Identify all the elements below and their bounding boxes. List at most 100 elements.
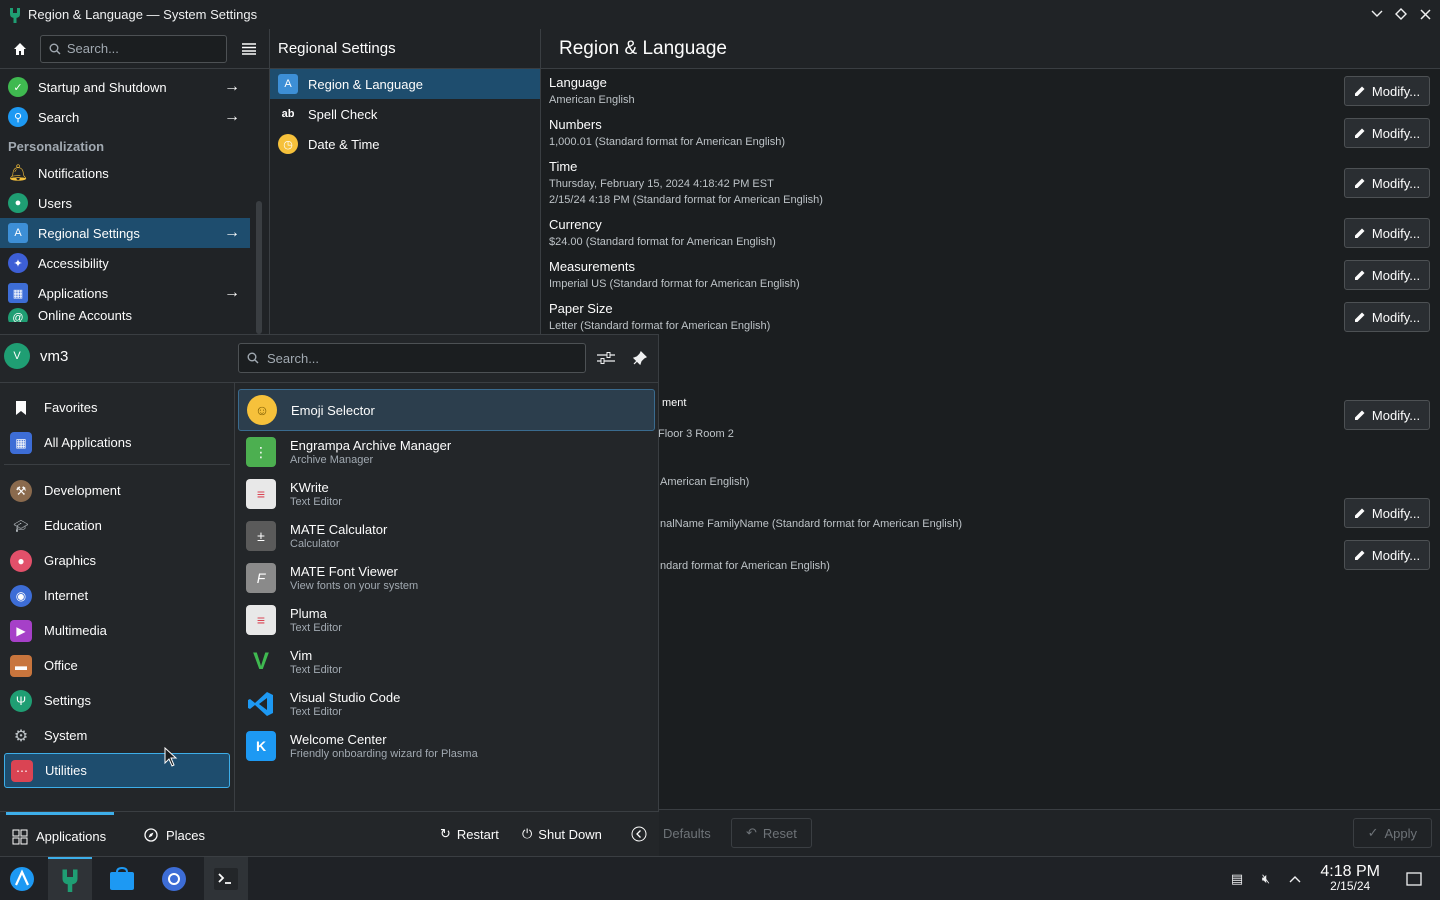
shutdown-button[interactable]: ⏻ Shut Down	[522, 826, 602, 842]
category-education[interactable]: 🎓︎ Education	[4, 508, 230, 543]
font-icon: F	[246, 563, 276, 593]
modify-time-button[interactable]: Modify...	[1344, 168, 1430, 198]
tab-places[interactable]: Places	[144, 812, 205, 858]
sidebar-item-search[interactable]: ⚲ Search →	[0, 102, 250, 132]
task-browser[interactable]	[152, 857, 196, 900]
category-settings[interactable]: Ψ Settings	[4, 683, 230, 718]
app-pluma[interactable]: ≡ Pluma Text Editor	[238, 599, 655, 641]
launcher-button[interactable]	[0, 857, 44, 900]
sidebar-item-online-accounts[interactable]: @ Online Accounts	[0, 308, 250, 322]
home-button[interactable]	[6, 35, 34, 63]
text-editor-icon: ≡	[246, 605, 276, 635]
sidebar-scrollbar[interactable]	[256, 201, 262, 334]
compass-icon	[144, 828, 158, 842]
application-launcher: V vm3 Search... Favorites ▦ All Applicat…	[0, 334, 659, 858]
pencil-icon	[1354, 550, 1365, 560]
category-all-applications[interactable]: ▦ All Applications	[4, 425, 230, 460]
leave-menu-button[interactable]	[631, 826, 647, 842]
settings-search-input[interactable]: Search...	[39, 34, 228, 63]
app-vscode[interactable]: Visual Studio Code Text Editor	[238, 683, 655, 725]
app-welcome-center[interactable]: K Welcome Center Friendly onboarding wiza…	[238, 725, 655, 767]
divider	[0, 382, 659, 383]
system-settings-icon	[62, 869, 78, 892]
sidebar-item-notifications[interactable]: 🔔︎ Notifications	[0, 158, 250, 188]
modify-paper-size-button[interactable]: Modify...	[1344, 302, 1430, 332]
maximize-button[interactable]	[1392, 4, 1410, 24]
volume-muted-icon[interactable]: 🔇︎	[1256, 869, 1276, 889]
minimize-button[interactable]	[1368, 4, 1386, 24]
sliders-icon	[597, 352, 615, 364]
undo-icon: ↶	[746, 825, 757, 840]
system-settings-icon	[8, 7, 22, 23]
category-favorites[interactable]: Favorites	[4, 390, 230, 425]
terminal-icon	[214, 868, 238, 890]
task-terminal[interactable]	[204, 857, 248, 900]
palette-icon: ●	[10, 549, 32, 572]
category-internet[interactable]: ◉ Internet	[4, 578, 230, 613]
app-engrampa[interactable]: ⋮ Engrampa Archive Manager Archive Manage…	[238, 431, 655, 473]
task-system-settings[interactable]	[48, 857, 92, 900]
category-system[interactable]: ⚙ System	[4, 718, 230, 753]
tab-applications[interactable]: Applications	[6, 812, 114, 858]
setting-row-paper-size: Paper Size Letter (Standard format for A…	[549, 301, 1430, 334]
app-mate-font-viewer[interactable]: F MATE Font Viewer View fonts on your sys…	[238, 557, 655, 599]
avatar: V	[4, 343, 30, 369]
reset-button[interactable]: ↶ Reset	[731, 818, 812, 848]
sidebar-item-accessibility[interactable]: ✦ Accessibility	[0, 248, 250, 278]
app-kwrite[interactable]: ≡ KWrite Text Editor	[238, 473, 655, 515]
clock[interactable]: 4:18 PM 2/15/24	[1320, 863, 1380, 893]
defaults-button[interactable]: Defaults	[659, 818, 725, 848]
sidebar-item-users[interactable]: ● Users	[0, 188, 250, 218]
pencil-icon	[1354, 128, 1365, 138]
sidebar-item-regional-settings[interactable]: A Regional Settings →	[0, 218, 250, 248]
user-profile[interactable]: V vm3	[4, 343, 68, 369]
nav-date-time[interactable]: ◷ Date & Time	[270, 129, 540, 159]
app-vim[interactable]: V Vim Text Editor	[238, 641, 655, 683]
app-emoji-selector[interactable]: ☺ Emoji Selector	[238, 389, 655, 431]
nav-region-language[interactable]: A Region & Language	[270, 69, 540, 99]
modify-currency-button[interactable]: Modify...	[1344, 218, 1430, 248]
title-bar: Region & Language — System Settings	[0, 0, 1440, 29]
task-discover[interactable]	[100, 857, 144, 900]
modify-measurements-button[interactable]: Modify...	[1344, 260, 1430, 290]
show-desktop-icon[interactable]	[1404, 869, 1424, 889]
divider	[4, 464, 230, 465]
hamburger-menu-button[interactable]	[235, 35, 263, 63]
setting-row-phone-partial: ndard format for American English)	[660, 560, 830, 572]
category-graphics[interactable]: ● Graphics	[4, 543, 230, 578]
restart-button[interactable]: ↻ Restart	[440, 826, 499, 842]
settings-icon: Ψ	[10, 689, 32, 712]
pencil-icon	[1354, 312, 1365, 322]
clipboard-icon[interactable]: ▤	[1227, 869, 1247, 889]
modify-phone-button[interactable]: Modify...	[1344, 540, 1430, 570]
configure-button[interactable]	[593, 345, 619, 371]
chevron-up-icon[interactable]	[1285, 869, 1305, 889]
sidebar-section-personalization: Personalization	[8, 139, 105, 154]
sidebar-item-startup-shutdown[interactable]: ✓ Startup and Shutdown →	[0, 72, 250, 102]
category-multimedia[interactable]: ▶ Multimedia	[4, 613, 230, 648]
close-button[interactable]	[1416, 4, 1434, 24]
bell-icon: 🔔︎	[7, 165, 29, 182]
modify-name-style-button[interactable]: Modify...	[1344, 498, 1430, 528]
settings-footer: Defaults ↶ Reset ✓ Apply	[541, 809, 1440, 856]
modify-numbers-button[interactable]: Modify...	[1344, 118, 1430, 148]
grid-icon: ▦	[10, 431, 32, 454]
app-list: ☺ Emoji Selector ⋮ Engrampa Archive Mana…	[238, 389, 655, 767]
pin-button[interactable]	[627, 345, 653, 371]
category-office[interactable]: ▬ Office	[4, 648, 230, 683]
multimedia-icon: ▶	[10, 619, 32, 642]
gear-icon: ⚙	[13, 727, 29, 745]
app-mate-calculator[interactable]: ± MATE Calculator Calculator	[238, 515, 655, 557]
category-utilities[interactable]: ⋯ Utilities	[4, 753, 230, 788]
nav-spell-check[interactable]: ab Spell Check	[270, 99, 540, 129]
sidebar-item-applications[interactable]: ▦ Applications →	[0, 278, 250, 308]
apply-button[interactable]: ✓ Apply	[1352, 818, 1432, 848]
modify-language-button[interactable]: Modify...	[1344, 76, 1430, 106]
pencil-icon	[1354, 508, 1365, 518]
launcher-search-input[interactable]: Search...	[238, 343, 586, 373]
launcher-icon	[10, 867, 34, 891]
category-list: Favorites ▦ All Applications ⚒ Developme…	[4, 390, 230, 788]
users-icon: ●	[8, 193, 28, 213]
calculator-icon: ±	[246, 521, 276, 551]
category-development[interactable]: ⚒ Development	[4, 473, 230, 508]
